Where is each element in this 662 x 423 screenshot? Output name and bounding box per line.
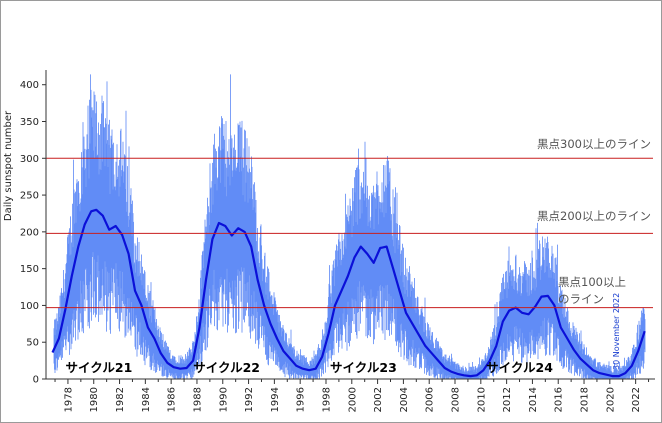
x-tick-label: 1986 [167, 387, 178, 412]
x-tick-label: 2008 [451, 387, 462, 412]
x-tick-label: 1980 [89, 387, 100, 412]
y-tick-label: 350 [20, 117, 39, 128]
x-tick-label: 2006 [425, 387, 436, 412]
x-tick-label: 2002 [373, 387, 384, 412]
x-tick-label: 2012 [502, 387, 513, 412]
y-tick-label: 0 [33, 375, 39, 386]
y-tick-label: 50 [26, 338, 39, 349]
y-axis-label: Daily sunspot number [3, 110, 14, 221]
cycle-label: サイクル23 [330, 360, 397, 375]
x-tick-label: 2010 [476, 387, 487, 412]
x-tick-label: 2022 [631, 387, 642, 412]
x-tick-label: 1984 [141, 387, 152, 412]
x-tick-label: 1996 [296, 387, 307, 412]
x-tick-label: 2000 [347, 387, 358, 412]
x-tick-label: 1994 [270, 387, 281, 412]
x-tick-label: 1982 [115, 387, 126, 412]
cycle-label: サイクル21 [66, 360, 133, 375]
x-tick-label: 2020 [605, 387, 616, 412]
x-tick-label: 1988 [192, 387, 203, 412]
daily-series [53, 74, 646, 379]
x-tick-label: 1992 [244, 387, 255, 412]
ref-label-300: 黒点300以上のライン [537, 137, 651, 151]
x-tick-label: 2004 [399, 387, 410, 412]
y-tick-label: 250 [20, 191, 39, 202]
x-tick-label: 2014 [528, 387, 539, 412]
x-tick-label: 1978 [63, 387, 74, 412]
ref-label-100-line2: のライン [558, 292, 604, 306]
cycle-label: サイクル22 [193, 360, 260, 375]
cycle-label: サイクル24 [486, 360, 553, 375]
y-tick-label: 400 [20, 80, 39, 91]
sunspot-chart: 0 50 100 150 200 250 300 350 400 1978 1980 1982 1984… [3, 70, 655, 412]
y-tick-label: 100 [20, 301, 39, 312]
x-tick-label: 2018 [580, 387, 591, 412]
x-tick-label: 2016 [554, 387, 565, 412]
ref-label-100-line1: 黒点100以上 [558, 275, 626, 289]
y-tick-label: 150 [20, 264, 39, 275]
x-tick-label: 1990 [218, 387, 229, 412]
date-stamp: 30 November 2022 [612, 293, 621, 370]
y-tick-label: 200 [20, 227, 39, 238]
x-tick-label: 1998 [321, 387, 332, 412]
ref-label-200: 黒点200以上のライン [537, 209, 651, 223]
y-tick-label: 300 [20, 154, 39, 165]
